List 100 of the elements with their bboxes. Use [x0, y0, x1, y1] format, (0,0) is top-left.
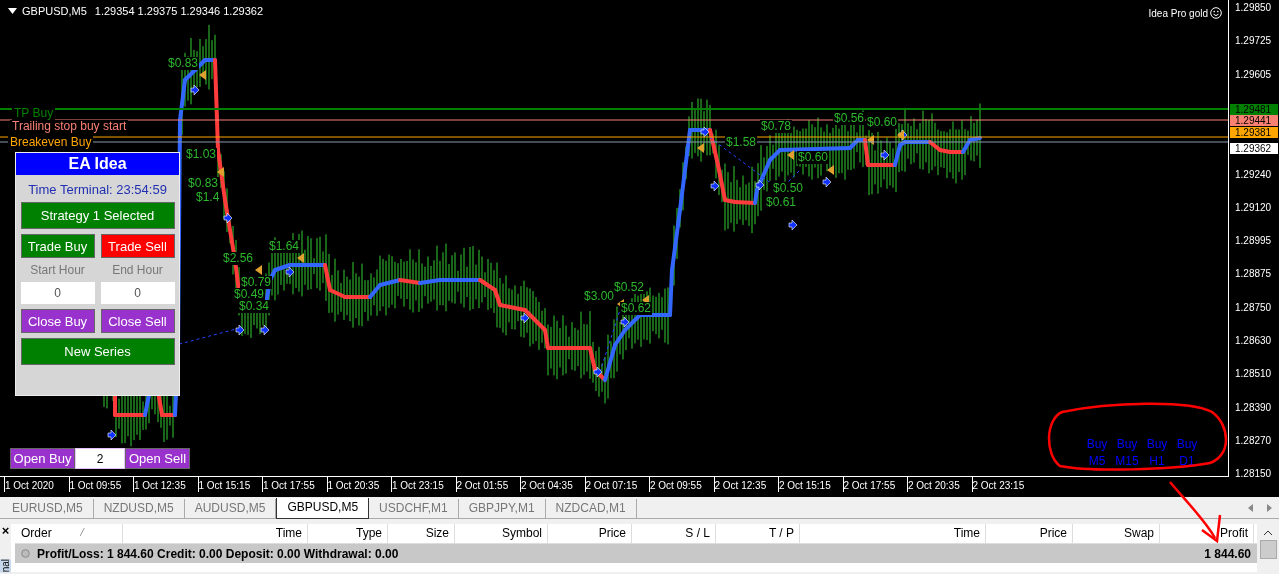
chart-tab[interactable]: EURUSD,M5 — [2, 499, 94, 518]
signal-label: D1 — [1178, 454, 1196, 468]
price-label: 1.29605 — [1235, 68, 1272, 80]
signal-label: Buy — [1085, 437, 1109, 451]
close-buy-button[interactable]: Close Buy — [20, 309, 95, 333]
trade-buy-button[interactable]: Trade Buy — [20, 234, 95, 258]
summary-text: Profit/Loss: 1 844.60 Credit: 0.00 Deposit: 0.00 Withdrawal: 0.00 — [37, 546, 399, 561]
column-header[interactable]: Order ⁄ — [15, 524, 123, 543]
signal-label: Buy — [1145, 437, 1169, 451]
close-icon[interactable]: × — [1, 524, 10, 538]
price-label: 1.28150 — [1235, 468, 1272, 480]
panel-title: EA Idea — [16, 153, 179, 175]
chart-tab[interactable]: NZDCAD,M1 — [545, 499, 637, 518]
column-header[interactable]: S / L — [632, 524, 716, 543]
terminal-side-tab[interactable]: nal — [0, 558, 11, 572]
time-label: 2 Oct 04:35 — [520, 477, 581, 492]
time-label: 1 Oct 2020 — [4, 477, 65, 492]
new-series-button[interactable]: New Series — [20, 338, 175, 365]
profit-label: $0.56 — [833, 112, 866, 125]
time-label: 1 Oct 23:15 — [391, 477, 452, 492]
price-tag: 1.29381 — [1230, 127, 1278, 138]
profit-label: $1.4 — [195, 191, 221, 204]
chart-tab[interactable]: GBPUSD,M5 — [276, 498, 370, 519]
column-header[interactable]: Symbol — [455, 524, 548, 543]
close-sell-button[interactable]: Close Sell — [100, 309, 175, 333]
price-label: 1.28270 — [1235, 434, 1272, 446]
field-label: End Hour — [111, 263, 164, 277]
signal-label: Buy — [1115, 437, 1139, 451]
level-label: TP Buy — [12, 107, 56, 120]
profit-label: $0.34 — [238, 300, 271, 313]
smiley-icon — [1210, 7, 1222, 19]
terminal-clock: Time Terminal: 23:54:59 — [28, 182, 167, 197]
scrollbar-thumb[interactable] — [1259, 540, 1277, 559]
price-label: 1.28995 — [1235, 235, 1272, 247]
lot-size-field[interactable]: 2 — [75, 448, 125, 469]
level-label: Breakeven Buy — [8, 136, 94, 149]
profit-label: $1.64 — [268, 240, 301, 253]
profit-label: $1.03 — [185, 148, 218, 161]
trade-connector-line — [599, 309, 621, 373]
time-label: 2 Oct 12:35 — [713, 477, 774, 492]
time-label: 2 Oct 07:15 — [584, 477, 645, 492]
price-label: 1.29725 — [1235, 35, 1272, 47]
column-header[interactable]: Type — [308, 524, 388, 543]
time-label: 1 Oct 17:55 — [262, 477, 323, 492]
open-buy-button[interactable]: Open Buy — [10, 448, 75, 469]
price-label: 1.28750 — [1235, 301, 1272, 313]
price-label: 1.29120 — [1235, 201, 1272, 213]
price-tag: 1.29362 — [1230, 143, 1278, 154]
price-label: 1.29850 — [1235, 2, 1272, 13]
column-header[interactable]: Size — [388, 524, 455, 543]
column-header[interactable]: Profit — [1160, 524, 1254, 543]
time-label: 2 Oct 20:35 — [907, 477, 968, 492]
price-label: 1.28510 — [1235, 368, 1272, 380]
price-label: 1.28875 — [1235, 268, 1272, 280]
strategy-button[interactable]: Strategy 1 Selected — [20, 202, 175, 229]
profit-label: $0.83 — [167, 57, 200, 70]
open-sell-button[interactable]: Open Sell — [125, 448, 190, 469]
time-label: 2 Oct 15:15 — [778, 477, 839, 492]
chart-tab[interactable]: USDCHF,M1 — [369, 499, 459, 518]
column-header[interactable]: Time — [800, 524, 986, 543]
scroll-left-icon[interactable] — [1248, 504, 1253, 512]
profit-label: $0.78 — [760, 120, 793, 133]
time-label: 1 Oct 15:15 — [197, 477, 258, 492]
end-hour-field[interactable]: 0 — [100, 282, 175, 304]
trade-sell-button[interactable]: Trade Sell — [100, 234, 175, 258]
profit-label: $1.58 — [725, 136, 758, 149]
profit-total: 1 844.60 — [1204, 546, 1252, 561]
price-label: 1.28390 — [1235, 401, 1272, 413]
profit-label: $3.00 — [583, 290, 616, 303]
signal-label: M5 — [1087, 454, 1107, 468]
start-hour-field[interactable]: 0 — [20, 282, 95, 304]
field-label: Start Hour — [29, 263, 86, 277]
column-header[interactable]: Price — [548, 524, 632, 543]
column-header[interactable]: Price — [986, 524, 1073, 543]
time-label: 2 Oct 23:15 — [971, 477, 1032, 492]
column-header[interactable]: Swap — [1073, 524, 1160, 543]
annotation-arrow — [1169, 481, 1222, 544]
time-label: 2 Oct 09:55 — [649, 477, 710, 492]
column-header[interactable]: Time — [123, 524, 308, 543]
scroll-up-icon[interactable] — [1263, 530, 1273, 536]
scroll-right-icon[interactable] — [1267, 504, 1272, 512]
time-label: 1 Oct 09:55 — [68, 477, 129, 492]
chart-tab[interactable]: NZDUSD,M5 — [93, 499, 185, 518]
dropdown-triangle-icon[interactable] — [8, 8, 17, 14]
price-tag: 1.29481 — [1230, 104, 1278, 115]
signal-label: Buy — [1175, 437, 1199, 451]
chart-tab[interactable]: GBPJPY,M1 — [458, 499, 546, 518]
symbol-label: GBPUSD,M5 — [22, 5, 87, 17]
sort-icon: ⁄ — [81, 524, 84, 543]
signal-label: H1 — [1148, 454, 1166, 468]
price-label: 1.29240 — [1235, 168, 1272, 180]
column-header[interactable]: T / P — [716, 524, 800, 543]
column-title: Order — [21, 525, 52, 542]
time-label: 1 Oct 20:35 — [326, 477, 387, 492]
profit-label: $0.52 — [613, 281, 646, 294]
profit-label: $0.50 — [772, 182, 805, 195]
profit-label: $2.56 — [222, 252, 255, 265]
profit-label: $0.62 — [620, 302, 653, 315]
status-circle-icon — [21, 549, 30, 558]
profit-label: $0.60 — [797, 151, 830, 164]
